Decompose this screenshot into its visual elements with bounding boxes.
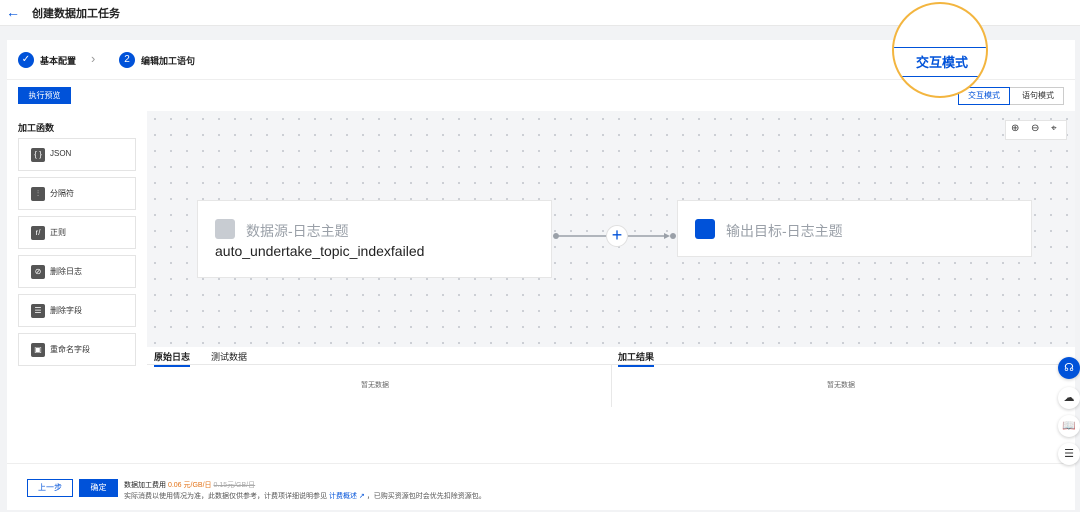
fee-line: 数据加工费用 0.06 元/GB/日 0.15元/GB/日 xyxy=(124,480,255,490)
empty-state-right: 暂无数据 xyxy=(827,382,855,389)
filter-delete-icon: ⊘ xyxy=(31,265,45,279)
divider xyxy=(611,364,612,407)
tab-test-data[interactable]: 测试数据 xyxy=(211,350,247,363)
source-node-title: 数据源-日志主题 xyxy=(246,223,349,239)
regex-icon: r/ xyxy=(31,226,45,240)
fee-label: 数据加工费用 xyxy=(124,482,166,489)
cloud-icon[interactable]: ☁ xyxy=(1058,387,1080,409)
source-node-topic: auto_undertake_topic_indexfailed xyxy=(215,243,425,259)
mode-switch: 交互模式 语句模式 xyxy=(958,87,1064,105)
function-item-label: 分隔符 xyxy=(50,189,74,198)
zoom-in-icon[interactable]: ⊕ xyxy=(1011,123,1019,134)
fee-price: 0.06 元/GB/日 xyxy=(167,482,212,489)
page-title: 创建数据加工任务 xyxy=(32,8,120,20)
source-node[interactable]: 数据源-日志主题 auto_undertake_topic_indexfaile… xyxy=(197,200,552,278)
empty-state-left: 暂无数据 xyxy=(361,382,389,389)
document-icon xyxy=(695,219,715,239)
locate-icon[interactable]: ⌖ xyxy=(1051,123,1057,134)
function-item-rename-field[interactable]: ▣ 重命名字段 xyxy=(18,333,136,366)
confirm-button[interactable]: 确定 xyxy=(79,479,118,497)
list-icon[interactable]: ☰ xyxy=(1058,443,1080,465)
fee-note: 实际消费以使用情况为准，此数据仅供参考，计费项详细说明参见 计费概述 ↗ ，已购… xyxy=(124,491,486,501)
document-icon xyxy=(215,219,235,239)
chevron-right-icon: › xyxy=(91,51,96,66)
function-item-label: 删除日志 xyxy=(50,267,82,276)
step-2-number: 2 xyxy=(119,52,135,68)
function-item-delete-log[interactable]: ⊘ 删除日志 xyxy=(18,255,136,288)
tab-statement-mode[interactable]: 语句模式 xyxy=(1012,88,1064,104)
main-card: ✓ 基本配置 › 2 编辑加工语句 执行预览 交互模式 语句模式 加工函数 { … xyxy=(7,40,1075,510)
fee-original-price: 0.15元/GB/日 xyxy=(213,482,256,489)
target-node[interactable]: 输出目标-日志主题 xyxy=(677,200,1032,257)
delimiter-icon: ⫶ xyxy=(31,187,45,201)
book-icon[interactable]: 📖 xyxy=(1058,415,1080,437)
back-arrow-icon[interactable]: ← xyxy=(6,4,20,20)
zoom-controls: ⊕ ⊖ ⌖ xyxy=(1005,120,1067,140)
function-item-delimiter[interactable]: ⫶ 分隔符 xyxy=(18,177,136,210)
step-1-check-icon: ✓ xyxy=(18,52,34,68)
fee-note-suffix: ，已购买资源包时会优先扣除资源包。 xyxy=(366,493,486,500)
billing-overview-link[interactable]: 计费概述 xyxy=(329,493,357,500)
function-item-regex[interactable]: r/ 正则 xyxy=(18,216,136,249)
divider xyxy=(612,364,1075,365)
magnified-interactive-mode-tab: 交互模式 xyxy=(894,47,986,77)
result-panel: 原始日志 测试数据 加工结果 暂无数据 暂无数据 xyxy=(147,347,1075,407)
headset-icon[interactable]: ☊ xyxy=(1058,357,1080,379)
function-item-label: 正则 xyxy=(50,228,66,237)
arrow-head-icon xyxy=(664,233,670,239)
function-item-delete-field[interactable]: ☰ 删除字段 xyxy=(18,294,136,327)
rename-field-icon: ▣ xyxy=(31,343,45,357)
function-item-label: JSON xyxy=(50,149,72,158)
footer-bar: 上一步 确定 数据加工费用 0.06 元/GB/日 0.15元/GB/日 实际消… xyxy=(7,463,1075,510)
fee-note-prefix: 实际消费以使用情况为准，此数据仅供参考，计费项详细说明参见 xyxy=(124,493,327,500)
external-link-icon: ↗ xyxy=(358,493,365,500)
json-icon: { } xyxy=(31,148,45,162)
previous-step-button[interactable]: 上一步 xyxy=(27,479,73,497)
function-item-label: 重命名字段 xyxy=(50,345,90,354)
run-preview-button[interactable]: 执行预览 xyxy=(18,87,71,104)
function-item-label: 删除字段 xyxy=(50,306,82,315)
flow-canvas[interactable]: ⊕ ⊖ ⌖ 数据源-日志主题 auto_undertake_topic_inde… xyxy=(147,111,1075,347)
sidebar-title: 加工函数 xyxy=(18,123,55,133)
connector-dot xyxy=(670,233,676,239)
function-sidebar: 加工函数 { } JSON ⫶ 分隔符 r/ 正则 ⊘ 删除日志 ☰ 删除字段 … xyxy=(7,111,147,407)
divider xyxy=(147,364,611,365)
magnifier-highlight: 交互模式 xyxy=(892,2,988,98)
step-2-label: 编辑加工语句 xyxy=(141,56,196,66)
delete-field-icon: ☰ xyxy=(31,304,45,318)
step-1-label: 基本配置 xyxy=(40,56,77,66)
target-node-title: 输出目标-日志主题 xyxy=(726,223,843,239)
function-item-json[interactable]: { } JSON xyxy=(18,138,136,171)
zoom-out-icon[interactable]: ⊖ xyxy=(1031,123,1039,134)
add-step-plus-icon[interactable]: + xyxy=(606,225,628,247)
